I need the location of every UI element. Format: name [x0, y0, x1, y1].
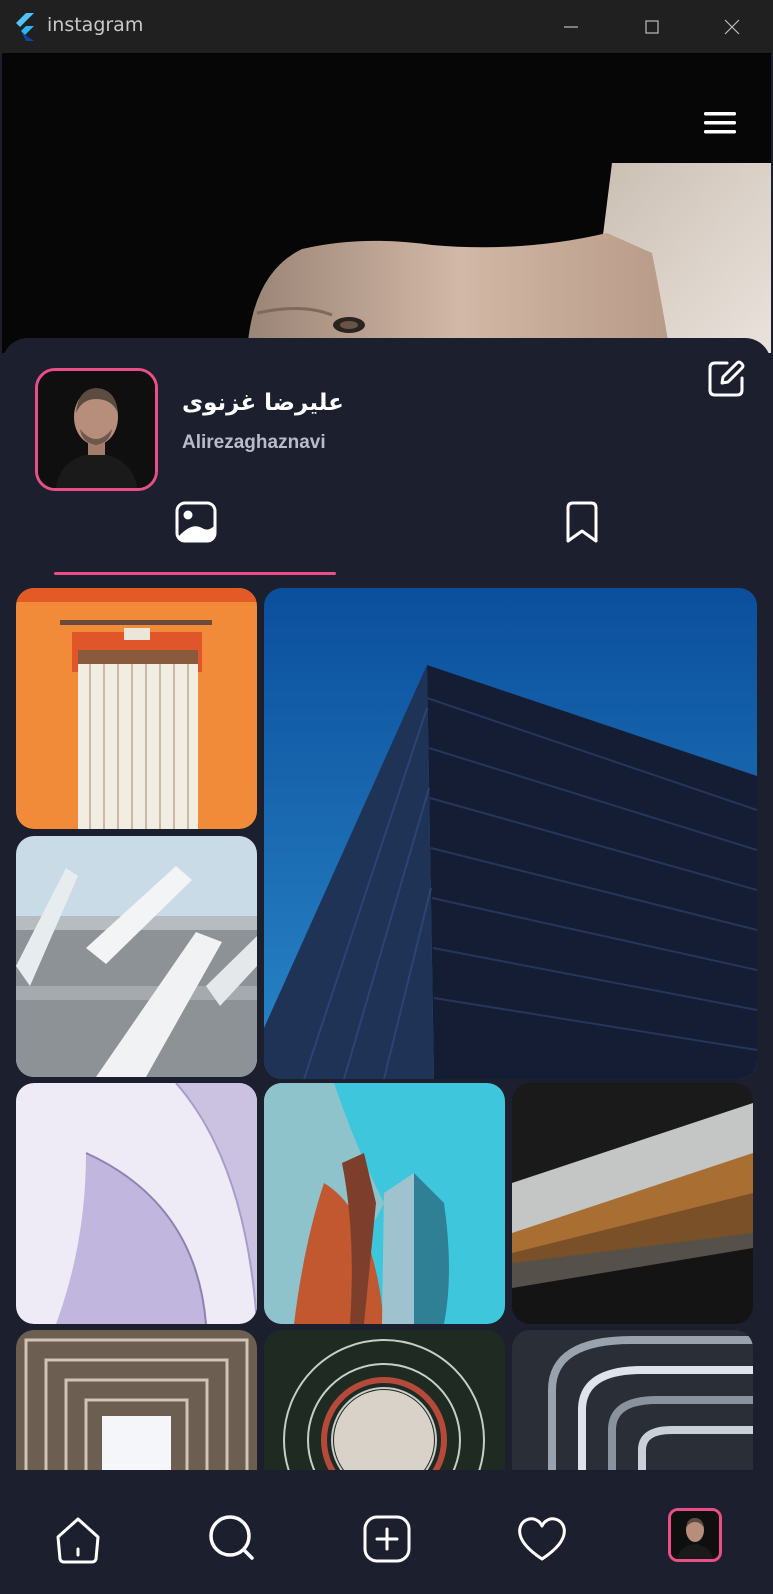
title-bar[interactable]: instagram: [0, 0, 773, 53]
username: Alirezaghaznavi: [182, 432, 326, 453]
post-tile[interactable]: [512, 1330, 753, 1470]
glass-dome-ceiling-photo: [264, 1330, 505, 1470]
post-tile[interactable]: [16, 836, 257, 1077]
profile-card: علیرضا غزنوی Alirezaghaznavi: [2, 338, 771, 1594]
flutter-logo-icon: [16, 13, 34, 41]
orange-doorway-photo: [16, 588, 257, 829]
add-square-icon[interactable]: [359, 1511, 415, 1567]
posts-grid: [16, 588, 761, 1470]
post-tile[interactable]: [16, 1083, 257, 1324]
post-tile[interactable]: [264, 588, 757, 1079]
square-grid-tunnel-photo: [16, 1330, 257, 1470]
post-tile[interactable]: [16, 588, 257, 829]
heart-icon[interactable]: [514, 1511, 570, 1567]
white-concrete-structures-photo: [16, 836, 257, 1077]
app-window: instagram علیرضا غزنوی Alirezaghaznavi: [0, 0, 773, 1594]
minimize-icon[interactable]: [558, 14, 584, 40]
bottom-navigation: [2, 1475, 771, 1594]
avatar-portrait: [38, 371, 155, 488]
avatar: [671, 1511, 719, 1559]
hamburger-menu-icon[interactable]: [702, 108, 738, 138]
cover-image: [2, 53, 771, 353]
maximize-icon[interactable]: [639, 14, 665, 40]
window-title: instagram: [47, 14, 144, 36]
post-tile[interactable]: [16, 1330, 257, 1470]
search-icon[interactable]: [205, 1511, 261, 1567]
post-tile[interactable]: [264, 1330, 505, 1470]
tab-posts[interactable]: [174, 500, 218, 544]
turquoise-sky-architecture-photo: [264, 1083, 505, 1324]
home-icon[interactable]: [50, 1511, 106, 1567]
profile-avatar-button[interactable]: [668, 1508, 722, 1562]
edit-icon[interactable]: [705, 358, 747, 400]
post-tile[interactable]: [512, 1083, 753, 1324]
display-name: علیرضا غزنوی: [182, 390, 344, 416]
bookmark-icon: [566, 501, 598, 543]
avatar[interactable]: [35, 368, 158, 491]
dark-blue-building-photo: [264, 588, 757, 1079]
close-icon[interactable]: [719, 14, 745, 40]
lavender-curved-facade-photo: [16, 1083, 257, 1324]
active-tab-indicator: [54, 572, 336, 575]
post-tile[interactable]: [264, 1083, 505, 1324]
tab-saved[interactable]: [562, 500, 602, 544]
layered-arches-photo: [512, 1330, 753, 1470]
autumn-forest-window-photo: [512, 1083, 753, 1324]
image-icon: [175, 501, 217, 543]
cover-hand-photo: [2, 53, 771, 353]
